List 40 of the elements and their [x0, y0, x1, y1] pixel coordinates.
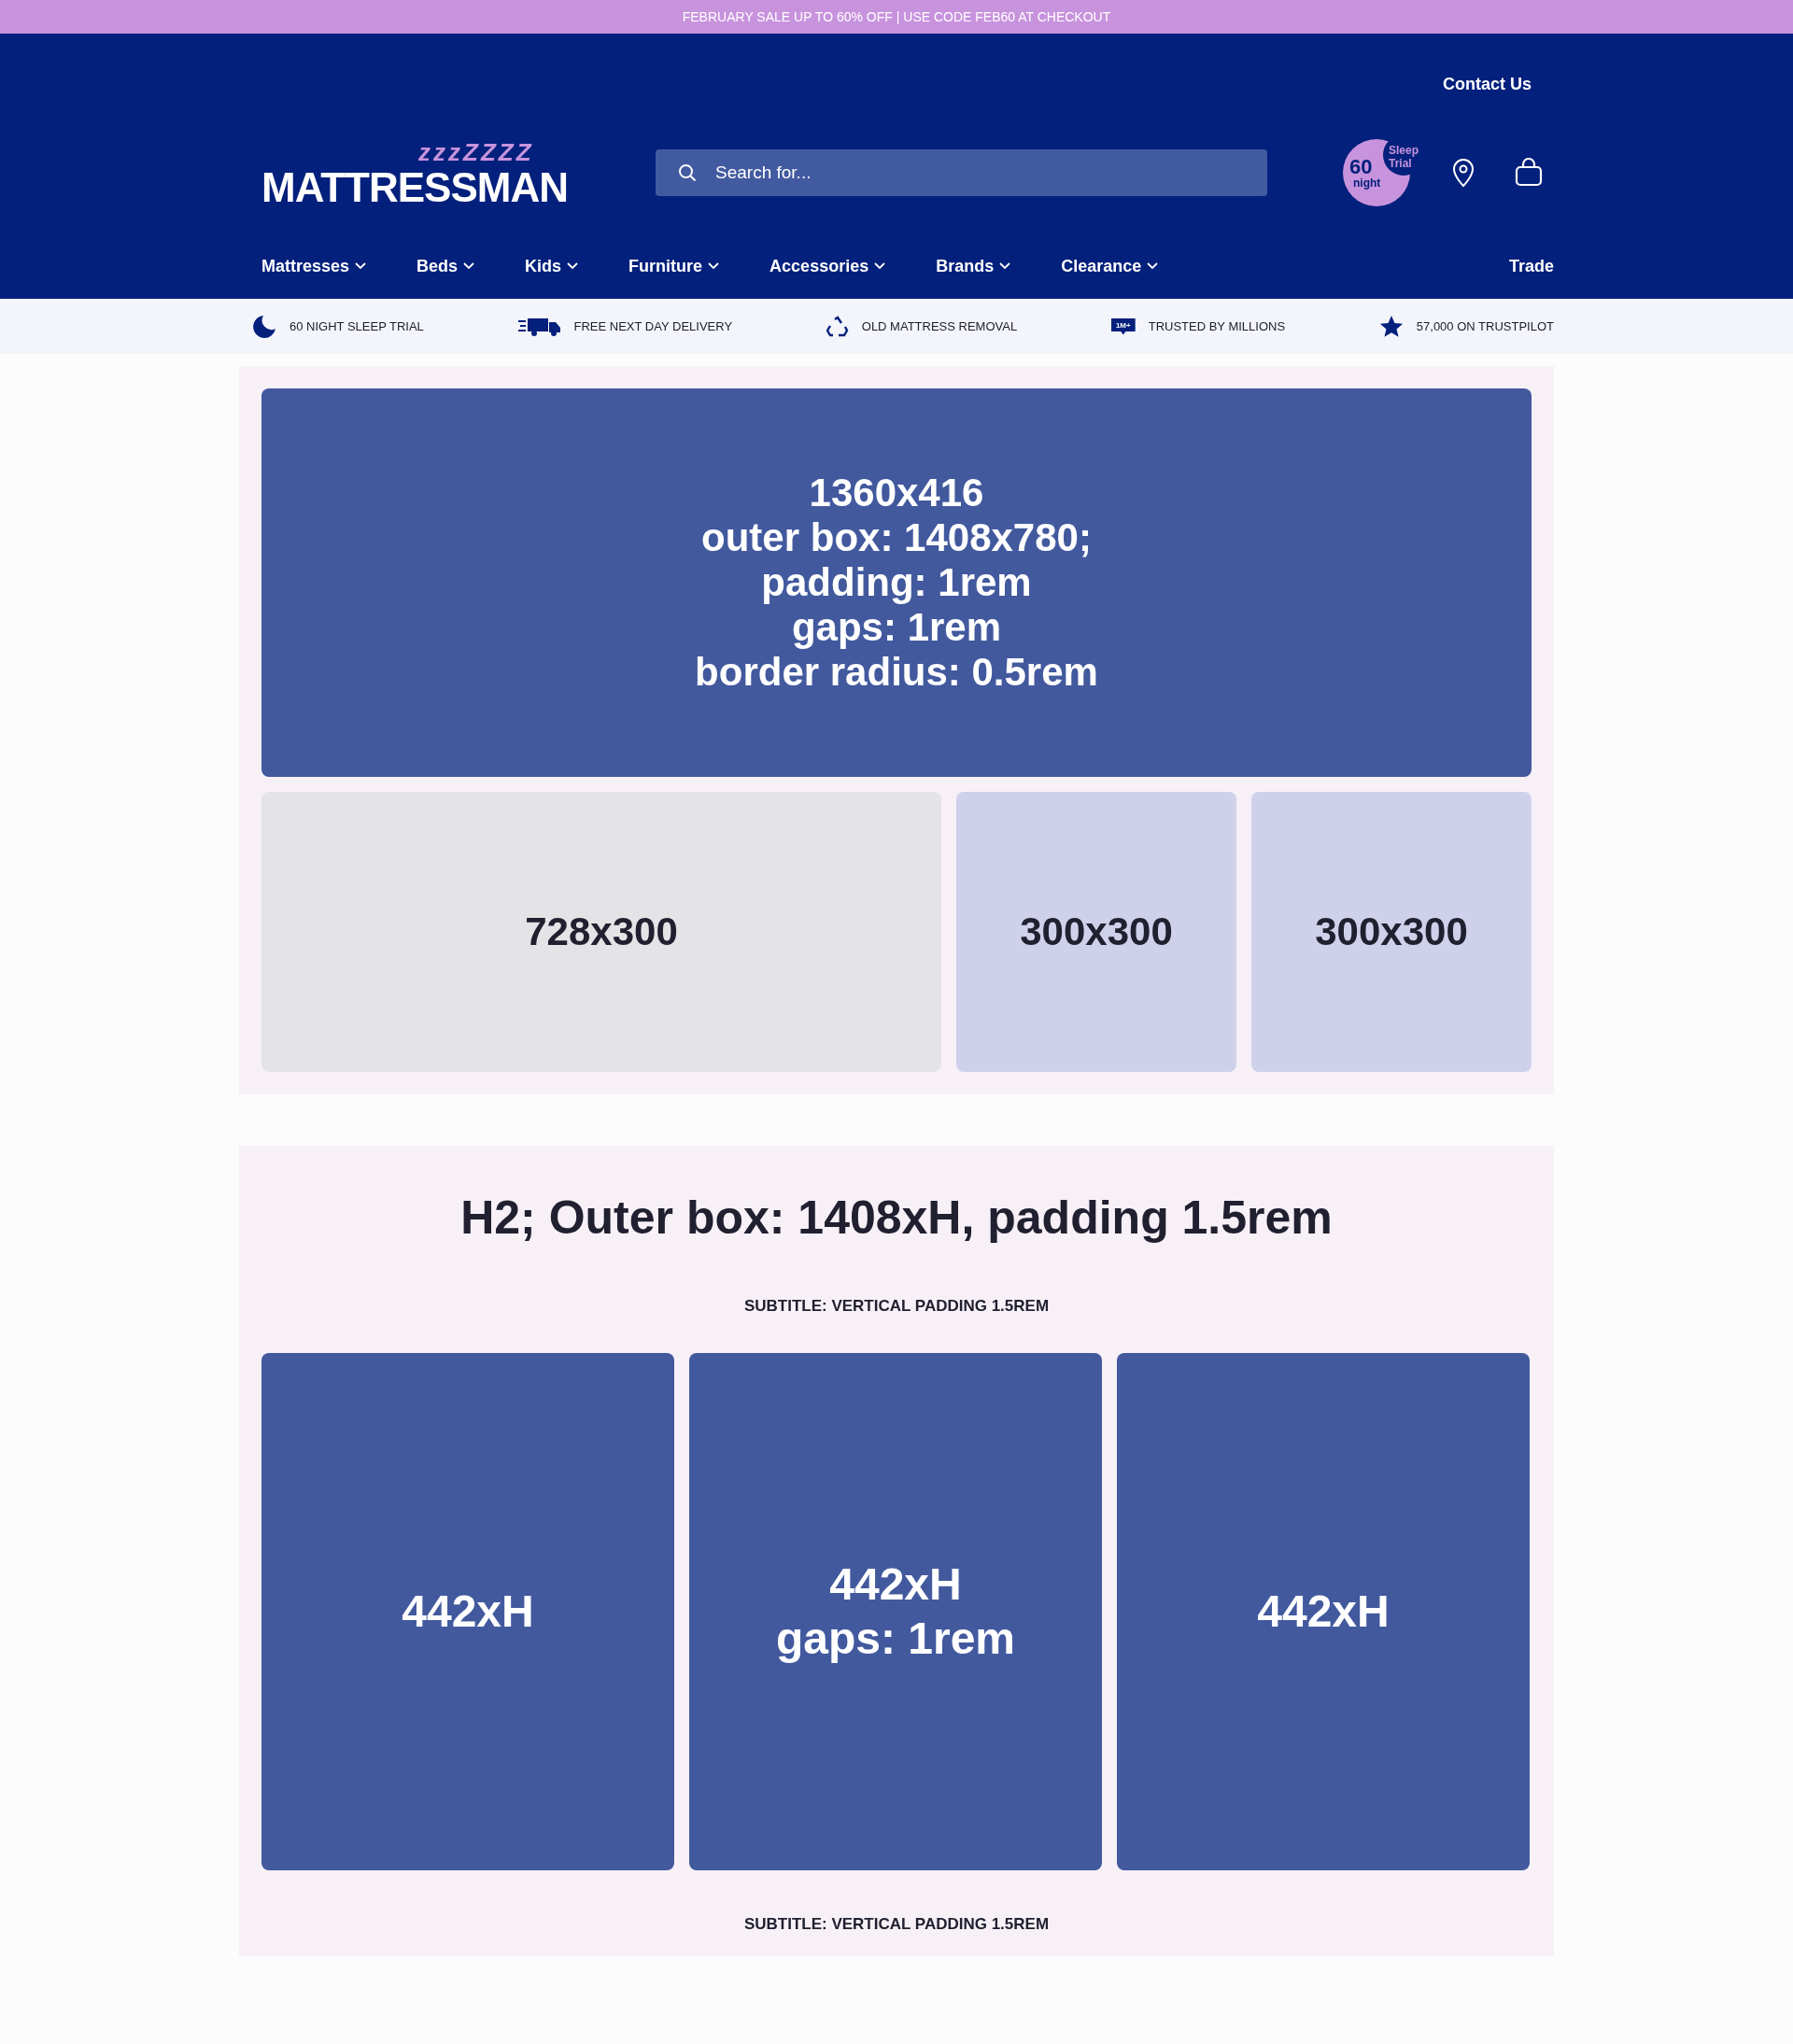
badge-number: 60	[1349, 157, 1373, 177]
search-field[interactable]: Search for...	[656, 149, 1267, 196]
logo[interactable]: MATTRESSMAN	[261, 166, 568, 208]
tile-label: 728x300	[525, 909, 678, 954]
usp-text: OLD MATTRESS REMOVAL	[861, 319, 1018, 333]
badge-label: Sleep	[1389, 144, 1419, 157]
recycle-icon	[826, 315, 849, 338]
contact-link[interactable]: Contact Us	[1443, 75, 1532, 112]
badge-unit: night	[1353, 177, 1381, 189]
logo-zzz: zzzZZZZ	[418, 137, 534, 167]
nav-item[interactable]: Kids	[525, 256, 579, 276]
speech-bubble-icon: 1M+	[1110, 317, 1136, 335]
hero-text: 1360x416 outer box: 1408x780; padding: 1rem gaps: 1rem border radius: 0.5rem	[695, 471, 1098, 695]
tile-label: 300x300	[1315, 909, 1468, 954]
nav-item[interactable]: Mattresses	[261, 256, 367, 276]
tile-label: 300x300	[1020, 909, 1173, 954]
card-label: 442xH	[1257, 1586, 1390, 1638]
section-heading: H2; Outer box: 1408xH, padding 1.5rem	[459, 1191, 1334, 1245]
moon-icon	[252, 314, 276, 339]
badge-label: Trial	[1389, 157, 1412, 170]
star-icon	[1378, 314, 1404, 339]
promo-banner: FEBRUARY SALE UP TO 60% OFF | USE CODE FEB60 AT CHECKOUT	[0, 0, 1793, 34]
trade-link[interactable]: Trade	[1508, 256, 1554, 276]
truck-icon	[517, 316, 561, 337]
card-label: 442xH	[402, 1586, 534, 1638]
usp-text: TRUSTED BY MILLIONS	[1148, 319, 1286, 333]
nav-item[interactable]: Brands	[936, 256, 1011, 276]
subtitle: SUBTITLE: VERTICAL PADDING 1.5REM	[742, 1915, 1051, 1934]
card-label: 442xH gaps: 1rem	[775, 1558, 1016, 1665]
shopping-bag-icon[interactable]	[1514, 158, 1544, 188]
subtitle: SUBTITLE: VERTICAL PADDING 1.5REM	[742, 1297, 1051, 1316]
nav-item[interactable]: Furniture	[628, 256, 720, 276]
search-icon	[678, 163, 697, 182]
usp-text: 57,000 ON TRUSTPILOT	[1416, 319, 1554, 333]
nav-item[interactable]: Clearance	[1061, 256, 1159, 276]
usp-text: FREE NEXT DAY DELIVERY	[573, 319, 733, 333]
nav-item[interactable]: Beds	[416, 256, 475, 276]
nav-item[interactable]: Accessories	[769, 256, 886, 276]
usp-text: 60 NIGHT SLEEP TRIAL	[289, 319, 424, 333]
location-pin-icon[interactable]	[1452, 158, 1475, 188]
